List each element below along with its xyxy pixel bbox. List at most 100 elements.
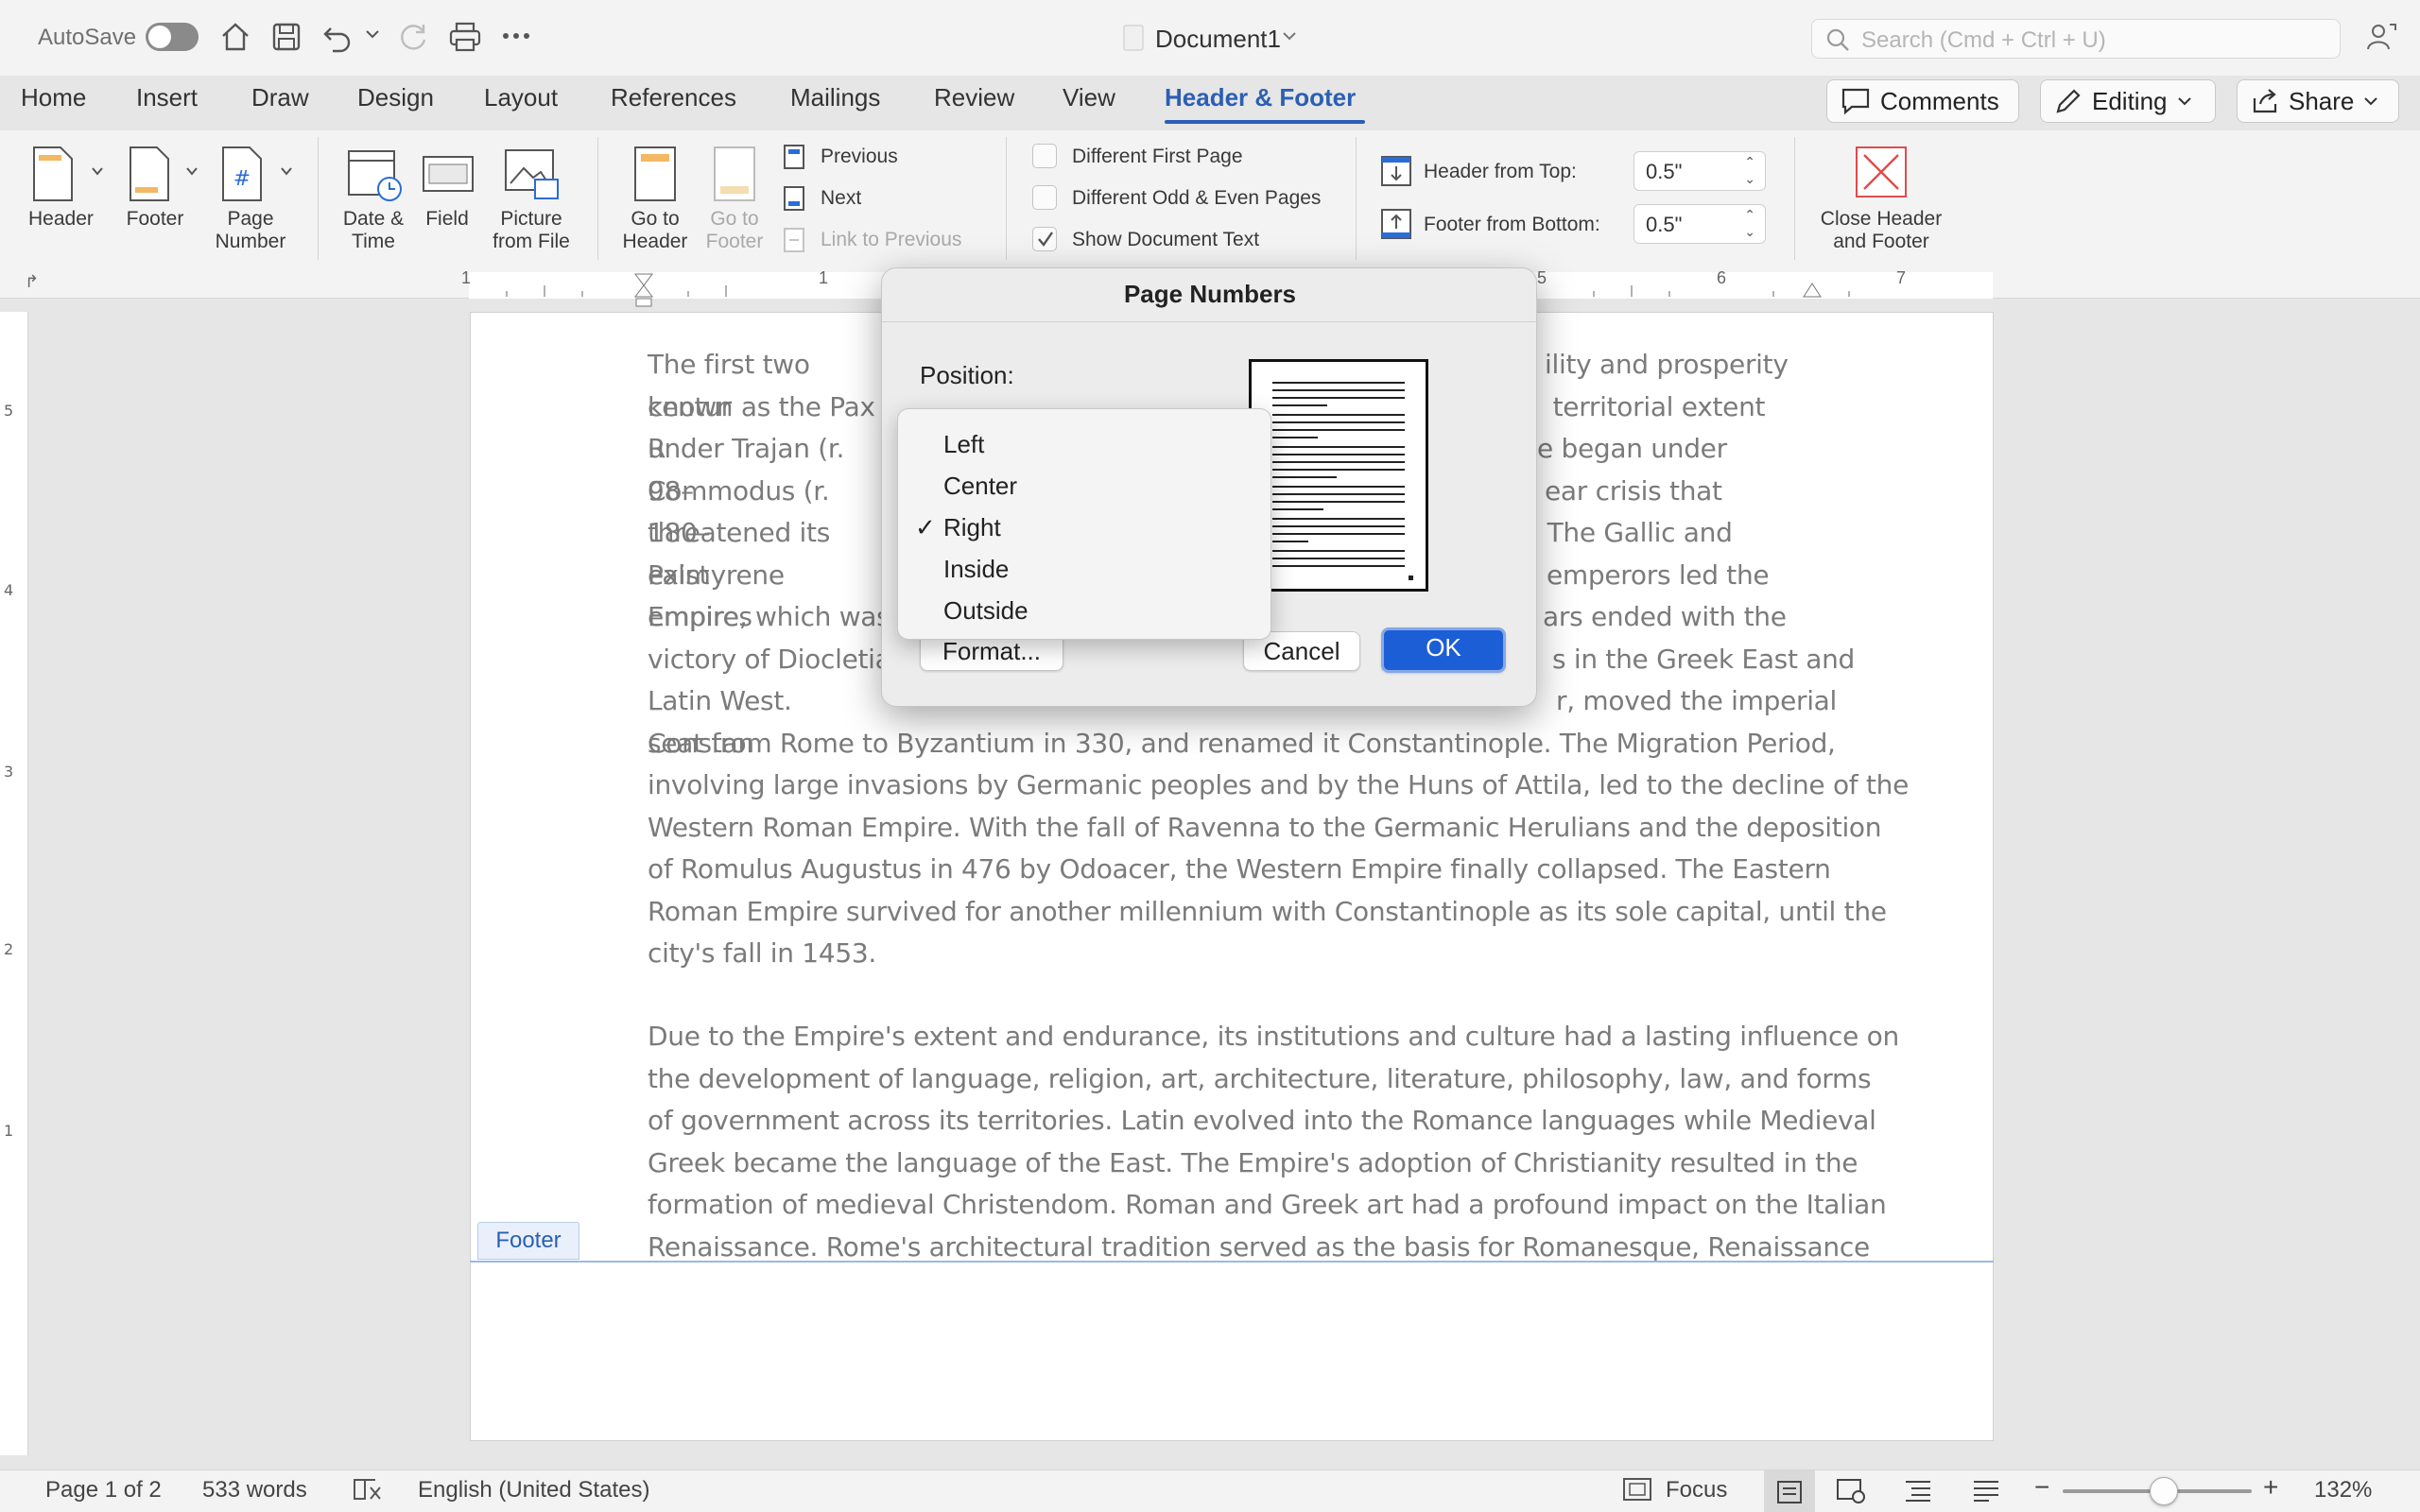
indent-marker-icon[interactable] xyxy=(633,272,654,310)
pencil-icon xyxy=(2056,89,2081,113)
doc-text-line: Empire, which was xyxy=(648,601,890,632)
print-layout-view-button[interactable] xyxy=(1764,1470,1815,1512)
outline-view-icon[interactable] xyxy=(1904,1478,1932,1503)
comment-icon xyxy=(1841,88,1870,115)
search-box[interactable]: Search (Cmd + Ctrl + U) xyxy=(1811,19,2341,59)
close-header-footer-button[interactable]: Close Header and Footer xyxy=(1807,142,1955,265)
redo-icon[interactable] xyxy=(397,21,429,53)
page-number-chevron-down-icon[interactable] xyxy=(280,166,293,176)
more-options-icon[interactable] xyxy=(501,28,531,43)
footer-from-bottom-icon xyxy=(1381,209,1411,239)
doc-text-line: Western Roman Empire. With the fall of R… xyxy=(648,811,1882,843)
preview-lines xyxy=(1272,382,1413,580)
header-chevron-down-icon[interactable] xyxy=(91,166,104,176)
share-button[interactable]: Share xyxy=(2237,79,2399,123)
title-chevron-down-icon[interactable] xyxy=(1282,30,1297,42)
link-to-previous-button[interactable]: Link to Previous xyxy=(781,225,1008,255)
dialog-title-divider xyxy=(882,321,1538,322)
ruler-margin-marker-icon[interactable]: ↱ xyxy=(25,272,39,292)
spin-up-icon[interactable]: ⌃ xyxy=(1744,207,1755,223)
show-document-text-checkbox[interactable] xyxy=(1032,227,1057,251)
footer-label: Footer xyxy=(126,208,184,230)
spin-up-icon[interactable]: ⌃ xyxy=(1744,154,1755,170)
show-document-text-option[interactable]: Show Document Text xyxy=(1032,227,1316,255)
tab-layout[interactable]: Layout xyxy=(484,83,558,112)
svg-text:2: 2 xyxy=(4,940,13,958)
date-time-button[interactable]: Date & Time xyxy=(333,142,414,265)
undo-dropdown-chevron-icon[interactable] xyxy=(365,28,380,40)
different-odd-even-option[interactable]: Different Odd & Even Pages xyxy=(1032,185,1354,214)
doc-text-line: e began under xyxy=(1537,433,1727,464)
footer-from-bottom-input[interactable]: 0.5" ⌃ ⌄ xyxy=(1634,204,1766,244)
doc-text-line: territorial extent xyxy=(1545,390,1766,422)
proofing-icon[interactable] xyxy=(352,1476,384,1503)
undo-icon[interactable] xyxy=(321,21,354,53)
zoom-in-icon[interactable]: + xyxy=(2263,1472,2278,1503)
close-label-line1: Close Header xyxy=(1820,208,1943,230)
next-section-icon xyxy=(784,186,804,211)
different-first-page-label: Different First Page xyxy=(1072,146,1243,167)
language[interactable]: English (United States) xyxy=(418,1477,649,1503)
menu-item-center[interactable]: Center xyxy=(943,472,1017,501)
menu-item-left[interactable]: Left xyxy=(943,430,984,459)
spin-down-icon[interactable]: ⌄ xyxy=(1744,171,1755,187)
zoom-level[interactable]: 132% xyxy=(2314,1477,2372,1503)
header-from-top-input[interactable]: 0.5" ⌃ ⌄ xyxy=(1634,151,1766,191)
different-first-page-option[interactable]: Different First Page xyxy=(1032,144,1316,172)
footer-chevron-down-icon[interactable] xyxy=(185,166,199,176)
doc-text-line: r, moved the imperial xyxy=(1556,685,1838,716)
page-number-button[interactable]: # Page Number xyxy=(210,142,301,265)
page-count[interactable]: Page 1 of 2 xyxy=(45,1477,162,1503)
ruler-number: 6 xyxy=(1717,268,1727,287)
web-layout-icon[interactable] xyxy=(1836,1478,1866,1504)
zoom-slider-thumb[interactable] xyxy=(2150,1477,2178,1505)
focus-label[interactable]: Focus xyxy=(1666,1477,1727,1503)
editing-button[interactable]: Editing xyxy=(2040,79,2216,123)
tab-design[interactable]: Design xyxy=(357,83,434,112)
tab-review[interactable]: Review xyxy=(934,83,1014,112)
print-icon[interactable] xyxy=(448,21,482,53)
vertical-ruler[interactable]: 5 4 3 2 1 xyxy=(0,312,28,1314)
word-count[interactable]: 533 words xyxy=(202,1477,307,1503)
chevron-down-icon xyxy=(2177,97,2191,106)
spin-down-icon[interactable]: ⌄ xyxy=(1744,224,1755,240)
page-number-label-line2: Number xyxy=(215,231,286,252)
ok-button[interactable]: OK xyxy=(1381,627,1506,673)
picture-from-file-button[interactable]: Picture from File xyxy=(482,142,580,265)
close-icon xyxy=(1856,146,1907,198)
account-icon[interactable] xyxy=(2365,21,2397,53)
save-icon[interactable] xyxy=(270,21,302,53)
tab-mailings[interactable]: Mailings xyxy=(790,83,880,112)
tab-draw[interactable]: Draw xyxy=(251,83,309,112)
menu-item-right[interactable]: Right xyxy=(943,513,1001,542)
go-to-header-label-line2: Header xyxy=(622,231,688,252)
field-button[interactable]: Field xyxy=(416,142,478,265)
tab-home[interactable]: Home xyxy=(21,83,86,112)
different-odd-even-checkbox[interactable] xyxy=(1032,185,1057,210)
tab-references[interactable]: References xyxy=(611,83,736,112)
go-to-header-button[interactable]: Go to Header xyxy=(614,142,696,265)
header-button[interactable]: Header xyxy=(13,142,113,257)
draft-view-icon[interactable] xyxy=(1972,1478,2000,1503)
different-first-page-checkbox[interactable] xyxy=(1032,144,1057,168)
right-indent-marker-icon[interactable] xyxy=(1802,282,1823,299)
zoom-out-icon[interactable]: − xyxy=(2034,1472,2049,1503)
go-to-footer-icon xyxy=(714,146,755,201)
next-label: Next xyxy=(821,187,862,209)
tab-view[interactable]: View xyxy=(1063,83,1115,112)
home-icon[interactable] xyxy=(219,21,251,53)
menu-item-inside[interactable]: Inside xyxy=(943,555,1009,584)
focus-icon[interactable] xyxy=(1622,1477,1652,1502)
previous-button[interactable]: Previous xyxy=(781,142,1008,172)
doc-text-line: of government across its territories. La… xyxy=(648,1105,1876,1136)
autosave-toggle[interactable] xyxy=(146,23,199,51)
menu-item-outside[interactable]: Outside xyxy=(943,596,1028,626)
comments-button[interactable]: Comments xyxy=(1826,79,2019,123)
go-to-footer-button[interactable]: Go to Footer xyxy=(694,142,775,265)
footer-button[interactable]: Footer xyxy=(117,142,202,257)
footer-from-bottom-label: Footer from Bottom: xyxy=(1424,214,1600,235)
tab-insert[interactable]: Insert xyxy=(136,83,198,112)
doc-text-line: The Gallic and xyxy=(1539,517,1733,548)
tab-header-footer[interactable]: Header & Footer xyxy=(1165,83,1356,112)
next-button[interactable]: Next xyxy=(781,183,1008,214)
